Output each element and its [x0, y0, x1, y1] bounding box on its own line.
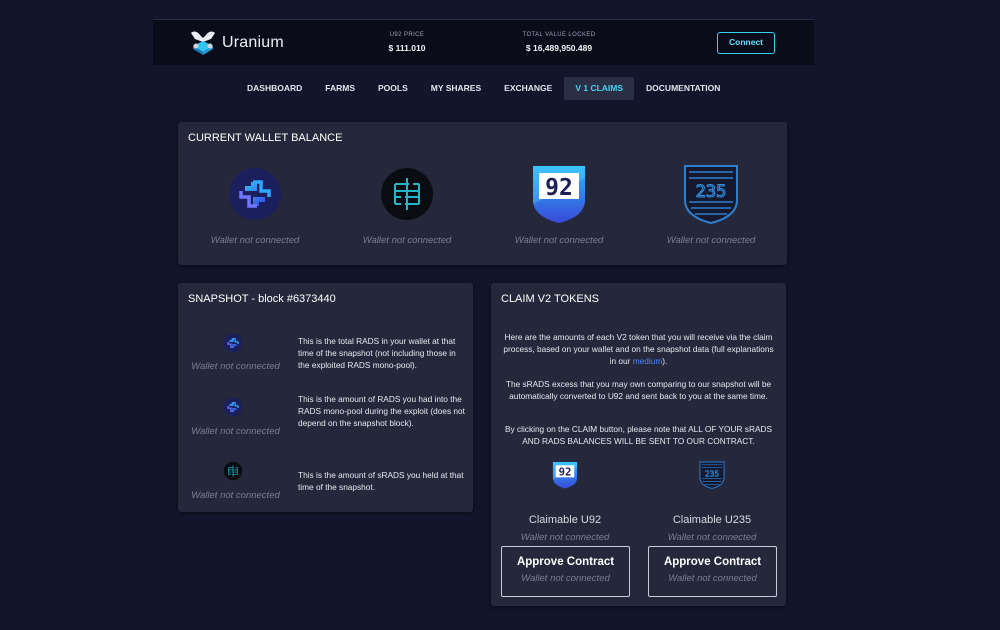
wallet-balance-title: CURRENT WALLET BALANCE [188, 132, 343, 144]
tab-documentation[interactable]: DOCUMENTATION [635, 77, 731, 100]
rads-coin-icon [223, 333, 243, 353]
claim-excess-text: The sRADS excess that you may own compar… [505, 379, 772, 401]
claimable-label: Claimable U235 [672, 514, 752, 526]
rads-coin-icon [223, 397, 243, 417]
approve-status: Wallet not connected [668, 573, 757, 584]
approve-contract-button-u92[interactable]: Approve Contract Wallet not connected [501, 546, 630, 597]
claim-intro-end: ). [662, 356, 668, 366]
balance-status: Wallet not connected [666, 235, 756, 246]
price-label: U92 PRICE [389, 32, 425, 38]
claimable-label: Claimable U92 [528, 514, 602, 526]
price-value: $ 111.010 [388, 43, 426, 53]
srads-coin-icon [223, 461, 243, 481]
medium-link[interactable]: medium [633, 356, 663, 366]
wallet-balance-card: CURRENT WALLET BALANCE Wallet not connec… [178, 122, 787, 265]
balance-status: Wallet not connected [210, 235, 300, 246]
claim-title: CLAIM V2 TOKENS [501, 293, 600, 305]
claimable-u92: Claimable U92 Wallet not connected [497, 461, 633, 543]
top-header: Uranium U92 PRICE $ 111.010 TOTAL VALUE … [153, 19, 814, 65]
snapshot-description: This is the amount of RADS you had into … [298, 394, 465, 428]
brand-name: Uranium [222, 34, 284, 51]
claimable-u235: Claimable U235 Wallet not connected [644, 461, 780, 543]
snapshot-card: SNAPSHOT - block #6373440 Wallet not con… [178, 283, 473, 512]
snapshot-title: SNAPSHOT - block #6373440 [188, 293, 336, 305]
tvl-value: $ 16,489,950.489 [525, 43, 593, 53]
u92-price-stat: U92 PRICE $ 111.010 [377, 32, 437, 53]
claim-intro: Here are the amounts of each V2 token th… [501, 331, 776, 367]
tvl-label: TOTAL VALUE LOCKED [522, 32, 596, 38]
approve-label: Approve Contract [663, 556, 762, 568]
uranium-logo-icon[interactable] [188, 29, 218, 55]
balance-status: Wallet not connected [514, 235, 604, 246]
rads-coin-icon [227, 166, 283, 222]
u92-shield-icon [552, 462, 578, 489]
claim-warning-text: By clicking on the CLAIM button, please … [504, 424, 772, 446]
snapshot-description: This is the total RADS in your wallet at… [298, 336, 456, 370]
balance-srads: Wallet not connected [331, 164, 483, 254]
balance-status: Wallet not connected [362, 235, 452, 246]
u235-shield-icon [684, 165, 738, 224]
balance-rads: Wallet not connected [179, 164, 331, 254]
main-nav: DASHBOARD FARMS POOLS MY SHARES EXCHANGE… [236, 77, 732, 100]
claimable-status: Wallet not connected [520, 532, 610, 543]
tab-exchange[interactable]: EXCHANGE [493, 77, 563, 100]
snapshot-status: Wallet not connected [191, 426, 280, 437]
tab-pools[interactable]: POOLS [367, 77, 419, 100]
tab-farms[interactable]: FARMS [314, 77, 366, 100]
claimable-status: Wallet not connected [667, 532, 757, 543]
snapshot-status: Wallet not connected [191, 361, 280, 372]
claim-card: CLAIM V2 TOKENS Here are the amounts of … [491, 283, 786, 606]
approve-label: Approve Contract [516, 556, 615, 568]
tab-my-shares[interactable]: MY SHARES [420, 77, 492, 100]
snapshot-description: This is the amount of sRADS you held at … [298, 470, 464, 492]
u235-shield-icon [699, 461, 725, 489]
srads-coin-icon [380, 167, 434, 221]
connect-button[interactable]: Connect [717, 32, 775, 54]
tab-dashboard[interactable]: DASHBOARD [236, 77, 313, 100]
tvl-stat: TOTAL VALUE LOCKED $ 16,489,950.489 [511, 32, 607, 53]
approve-status: Wallet not connected [521, 573, 610, 584]
snapshot-status: Wallet not connected [191, 490, 280, 501]
tab-v1-claims[interactable]: V 1 CLAIMS [564, 77, 635, 100]
approve-contract-button-u235[interactable]: Approve Contract Wallet not connected [648, 546, 777, 597]
balance-u92: Wallet not connected [483, 164, 635, 254]
balance-u235: Wallet not connected [635, 164, 787, 254]
u92-shield-icon [533, 166, 585, 223]
